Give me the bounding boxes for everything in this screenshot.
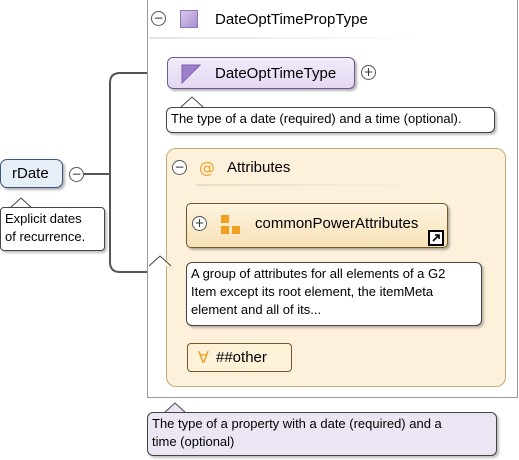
expand-simple-type-icon[interactable]: + xyxy=(361,65,376,80)
attributes-label: Attributes xyxy=(227,159,291,176)
attribute-group-annotation-line: element and all of its... xyxy=(191,302,322,317)
header-divider xyxy=(149,37,417,39)
complex-type-annotation-line: The type of a property with a date (requ… xyxy=(152,416,442,431)
expand-attribute-group-icon[interactable]: + xyxy=(192,216,207,231)
simple-type-annotation: The type of a date (required) and a time… xyxy=(166,107,495,133)
collapse-attributes-icon[interactable]: − xyxy=(172,160,187,175)
attribute-group-annotation-line: Item except its root element, the itemMe… xyxy=(191,284,434,299)
simple-type-name: DateOptTimeType xyxy=(215,65,337,82)
reference-link-icon[interactable] xyxy=(428,230,444,246)
root-element-name: rDate xyxy=(12,165,49,182)
complex-type-header: − DateOptTimePropType xyxy=(149,5,417,39)
simple-type-annotation-line: The type of a date (required) and a time… xyxy=(171,111,462,126)
attribute-group-annotation-pointer xyxy=(148,255,172,267)
any-attribute-label: ##other xyxy=(216,349,267,366)
simple-type-icon xyxy=(181,64,201,84)
simple-type-node[interactable]: DateOptTimeType xyxy=(167,57,355,89)
attribute-group-icon xyxy=(221,215,241,235)
attribute-group-annotation: A group of attributes for all elements o… xyxy=(186,262,482,326)
complex-type-name: DateOptTimePropType xyxy=(215,11,368,28)
any-attribute-icon: ∀ xyxy=(198,348,209,367)
root-annotation: Explicit dates of recurrence. xyxy=(0,207,105,251)
root-annotation-line: Explicit dates xyxy=(5,211,82,226)
complex-type-annotation: The type of a property with a date (requ… xyxy=(147,412,497,456)
attribute-group-node[interactable]: + commonPowerAttributes xyxy=(186,203,448,248)
any-attribute-node[interactable]: ∀ ##other xyxy=(187,343,292,372)
collapse-type-icon[interactable]: − xyxy=(151,11,166,26)
attributes-divider xyxy=(196,184,426,186)
attribute-at-icon: @ xyxy=(199,158,215,177)
attribute-group-annotation-line: A group of attributes for all elements o… xyxy=(191,266,446,281)
collapse-root-icon[interactable]: − xyxy=(69,167,84,182)
root-annotation-line: of recurrence. xyxy=(5,229,86,244)
root-element-node[interactable]: rDate xyxy=(0,159,63,188)
attribute-group-name: commonPowerAttributes xyxy=(255,215,419,232)
complex-type-icon xyxy=(180,10,198,28)
complex-type-annotation-line: time (optional) xyxy=(152,434,235,449)
